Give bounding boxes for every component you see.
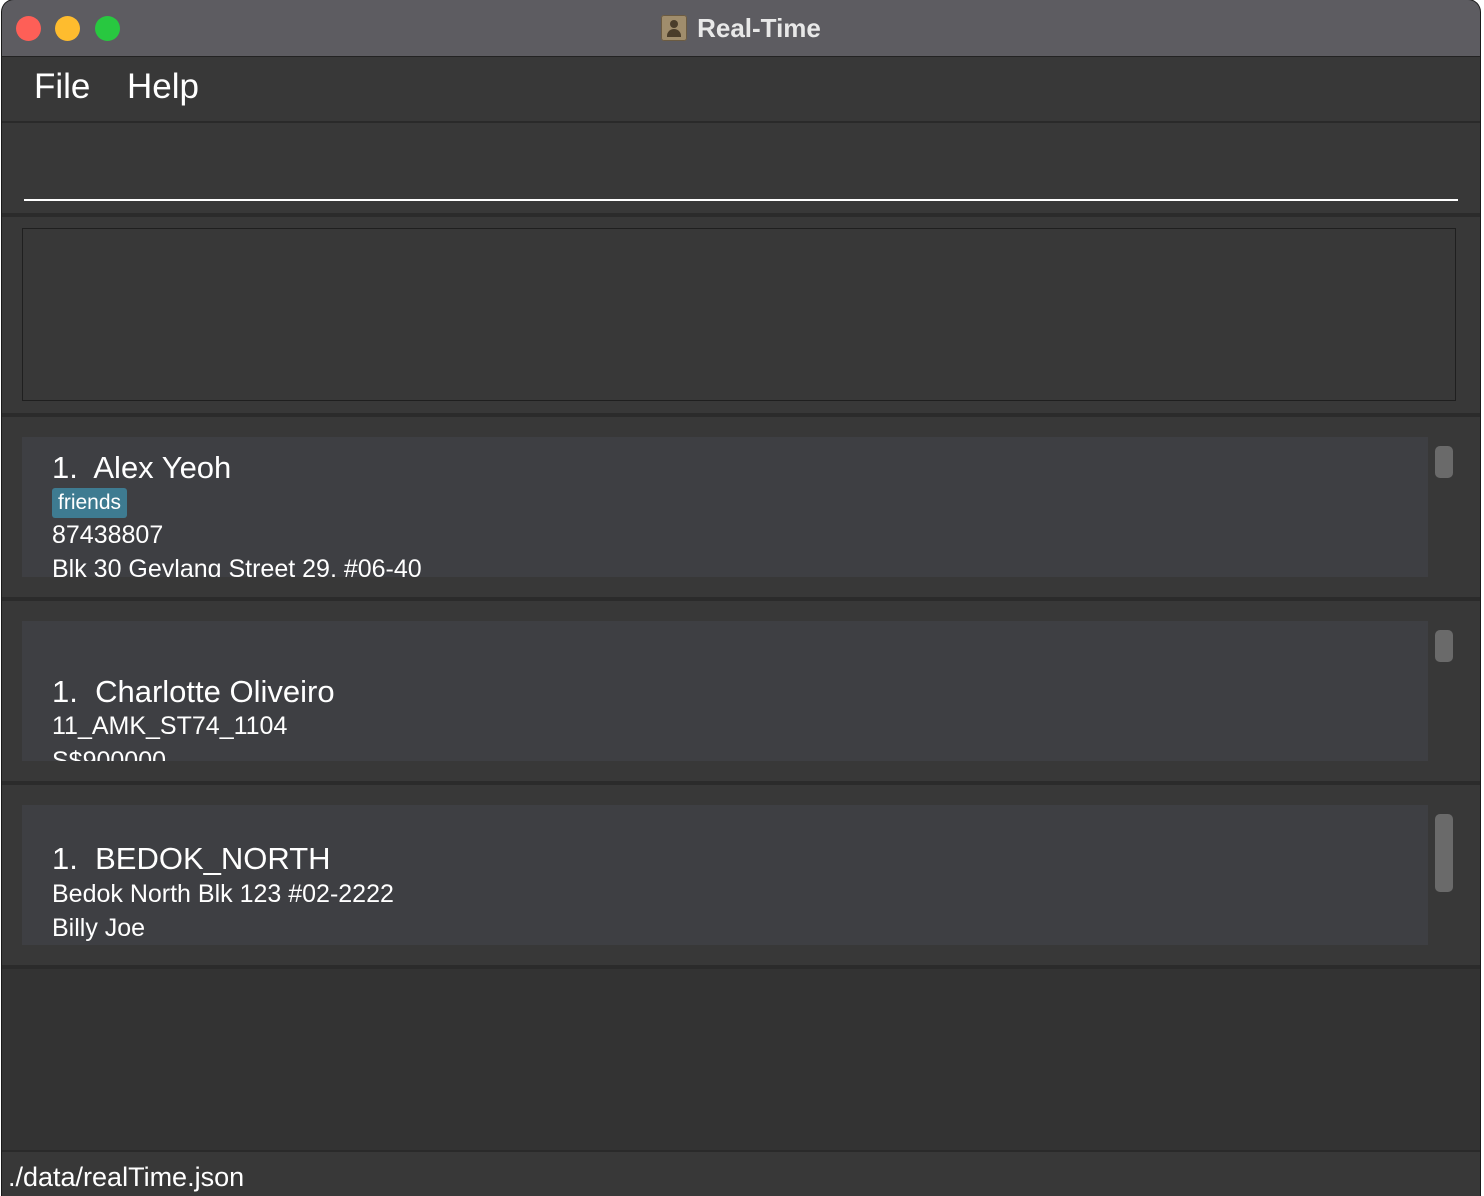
- person-card[interactable]: 1. Alex Yeoh friends 87438807 Blk 30 Gey…: [22, 437, 1428, 577]
- person-list-scrollbar[interactable]: [1435, 446, 1453, 478]
- listing-name: Charlotte Oliveiro: [95, 674, 335, 709]
- command-box-panel: [2, 123, 1480, 217]
- property-owner: Billy Joe: [52, 914, 146, 942]
- menu-file[interactable]: File: [34, 67, 90, 107]
- listing-id: 11_AMK_ST74_1104: [52, 712, 288, 740]
- property-address: Bedok North Blk 123 #02-2222: [52, 880, 394, 908]
- app-window: Real-Time File Help 1. Alex Yeoh friends…: [2, 0, 1480, 1196]
- property-title: 1. BEDOK_NORTH: [52, 841, 331, 877]
- listing-list-panel: 1. Charlotte Oliveiro 11_AMK_ST74_1104 S…: [2, 601, 1480, 785]
- menu-help[interactable]: Help: [127, 67, 199, 107]
- person-phone: 87438807: [52, 521, 164, 549]
- person-name: Alex Yeoh: [93, 450, 232, 485]
- listing-title: 1. Charlotte Oliveiro: [52, 674, 335, 710]
- result-display-panel: [2, 217, 1480, 417]
- menu-bar: File Help: [2, 57, 1480, 123]
- result-display: [22, 228, 1456, 401]
- listing-list-scrollbar[interactable]: [1435, 630, 1453, 662]
- status-bar: ./data/realTime.json: [2, 1150, 1480, 1196]
- window-title-group: Real-Time: [2, 0, 1480, 56]
- listing-index: 1.: [52, 674, 96, 709]
- property-card[interactable]: 1. BEDOK_NORTH Bedok North Blk 123 #02-2…: [22, 805, 1428, 945]
- person-title: 1. Alex Yeoh: [52, 450, 231, 486]
- person-address: Blk 30 Geylang Street 29, #06-40: [52, 555, 422, 577]
- property-name: BEDOK_NORTH: [95, 841, 331, 876]
- listing-card[interactable]: 1. Charlotte Oliveiro 11_AMK_ST74_1104 S…: [22, 621, 1428, 761]
- property-list-panel: 1. BEDOK_NORTH Bedok North Blk 123 #02-2…: [2, 785, 1480, 969]
- listing-price: S$900000: [52, 747, 167, 761]
- command-input[interactable]: [24, 153, 1458, 201]
- title-bar: Real-Time: [2, 0, 1480, 57]
- person-list-panel: 1. Alex Yeoh friends 87438807 Blk 30 Gey…: [2, 417, 1480, 601]
- property-index: 1.: [52, 841, 96, 876]
- person-tag: friends: [52, 488, 128, 518]
- person-index: 1.: [52, 450, 94, 485]
- save-file-path: ./data/realTime.json: [8, 1162, 245, 1192]
- property-list-scrollbar[interactable]: [1435, 814, 1453, 892]
- contacts-book-icon: [661, 15, 688, 41]
- window-title: Real-Time: [697, 12, 821, 43]
